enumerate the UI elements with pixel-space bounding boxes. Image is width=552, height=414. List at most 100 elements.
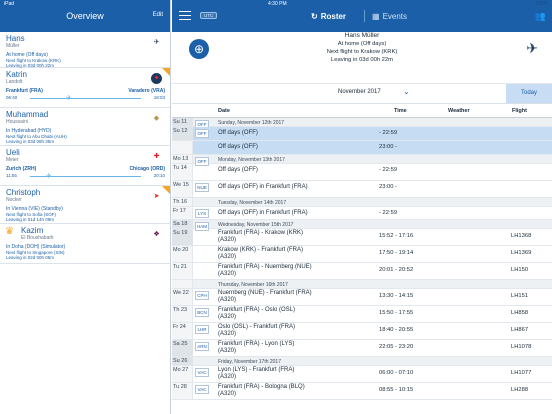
calendar-day[interactable]: Tu 21	[173, 264, 191, 270]
calendar-day[interactable]: Tu 28	[173, 384, 191, 390]
duty-code-badge: ARN	[195, 342, 209, 351]
tab-events[interactable]: ▦ Events	[372, 12, 407, 21]
status-battery: 100%	[535, 1, 548, 7]
qatar-logo-icon: ❖	[153, 231, 160, 238]
calendar-day[interactable]: Sa 25	[173, 341, 191, 347]
profile-summary: ⊕ Hans Müller At home (Off days) Next fl…	[172, 32, 552, 84]
person-first-name: Katrin	[6, 70, 27, 79]
globe-icon[interactable]: ⊕	[189, 39, 209, 59]
plane-icon: ✈	[46, 173, 52, 180]
roster-row[interactable]: Fr 17 LYS Off days (OFF) in Frankfurt (FRA…	[172, 207, 552, 220]
roster-row[interactable]: Su 19 Frankfurt (FRA) - Krakow (KRK) (A320…	[172, 229, 552, 246]
date-header-label: Wednesday, November 15th 2017	[218, 222, 294, 228]
person-last-name: Meier	[6, 157, 19, 163]
date-header-label: Thursday, November 16th 2017	[218, 282, 288, 288]
roster-row[interactable]: We 15 NUE Off days (OFF) in Frankfurt (FRA…	[172, 181, 552, 198]
duty-code-badge: OFF	[195, 129, 209, 138]
calendar-day[interactable]: Su 19	[173, 230, 191, 236]
calendar-day[interactable]: Mo 27	[173, 367, 191, 373]
calendar-day[interactable]: Th 16	[173, 199, 191, 205]
flight-number: LH151	[511, 293, 529, 299]
roster-row[interactable]: We 22 CPH Nuernberg (NUE) - Frankfurt (FRA…	[172, 289, 552, 306]
tab-roster[interactable]: ↻ Roster	[311, 12, 346, 21]
month-selector: November 2017 ⌄ Today	[172, 84, 552, 104]
person-kazim[interactable]: ♛ Kazim El Boushabarti In Doha (DOH) (Si…	[0, 224, 170, 264]
departure-time: 06:40	[6, 95, 18, 100]
calendar-day[interactable]: Mo 13	[173, 156, 191, 162]
person-katrin[interactable]: Katrin Landolt Frankfurt (FRA) Varadero …	[0, 68, 170, 108]
utc-toggle[interactable]: UTC	[200, 12, 218, 19]
tab-roster-label: Roster	[320, 12, 347, 21]
roster-row[interactable]: Fr 24 LHR Oslo (OSL) - Frankfurt (FRA) (A32…	[172, 323, 552, 340]
duty-time: 23:00 -	[379, 184, 398, 190]
duty-description: Off days (OFF) in Frankfurt (FRA)	[218, 210, 308, 216]
calendar-day[interactable]: We 15	[173, 182, 191, 188]
person-muhammad[interactable]: Muhammad Houssaini In Hyderabad (HYD) Ne…	[0, 108, 170, 146]
menu-icon[interactable]	[179, 11, 191, 23]
person-hans[interactable]: Hans Müller At home (Off days) Next flig…	[0, 32, 170, 68]
roster-row[interactable]: Tu 21 Frankfurt (FRA) - Nuernberg (NUE) (A…	[172, 263, 552, 280]
date-header-row: Thursday, November 16th 2017	[172, 280, 552, 289]
chevron-down-icon[interactable]: ⌄	[403, 87, 410, 96]
plane-icon: ✈	[66, 95, 72, 102]
today-button[interactable]: Today	[506, 84, 552, 103]
calendar-gutter	[172, 280, 193, 288]
flight-number: LH867	[511, 327, 529, 333]
calendar-day[interactable]: Fr 17	[173, 208, 191, 214]
people-icon[interactable]: 👥	[535, 11, 546, 22]
date-header-label: Friday, November 17th 2017	[218, 359, 281, 365]
calendar-day[interactable]: Mo 20	[173, 247, 191, 253]
duty-code-badge: BCN	[195, 308, 209, 317]
calendar-day[interactable]: Su 12	[173, 128, 191, 134]
lufthansa-logo-icon: ✈	[526, 40, 538, 56]
calendar-day[interactable]: Sa 18	[173, 221, 191, 227]
duty-description: Frankfurt (FRA) - Lyon (LYS) (A320)	[218, 341, 295, 354]
roster-row[interactable]: Off days (OFF) 23:00 -	[172, 141, 552, 155]
person-leaving: Leaving in 03d 08h 35m	[6, 139, 55, 144]
edit-button[interactable]: Edit	[153, 12, 163, 18]
roster-row[interactable]: Tu 14 Off days (OFF) - 22:59	[172, 164, 552, 181]
duty-description: Frankfurt (FRA) - Oslo (OSL) (A320)	[218, 307, 296, 320]
person-ueli[interactable]: Ueli Meier Zurich (ZRH) Chicago (ORD) 11…	[0, 146, 170, 186]
roster-icon: ↻	[311, 12, 318, 21]
roster-list: Su 11 OFF Sunday, November 12th 2017 Su 12 O…	[172, 118, 552, 400]
departure-time: 11:55	[6, 173, 17, 178]
calendar-icon: ▦	[372, 12, 380, 21]
roster-row[interactable]: Sa 25 ARN Frankfurt (FRA) - Lyon (LYS) (A32…	[172, 340, 552, 357]
roster-row[interactable]: Tu 28 VAC Frankfurt (FRA) - Bologna (BLQ)(…	[172, 383, 552, 400]
person-christoph[interactable]: Christoph Nocker In Vienna (VIE) (Standb…	[0, 186, 170, 224]
roster-panel: UTC ↻ Roster ▦ Events 👥 ⊕ Hans Müller At…	[172, 0, 552, 414]
duty-time: 18:40 - 20:55	[379, 327, 414, 333]
person-first-name: Kazim	[21, 226, 44, 235]
roster-row[interactable]: Mo 27 VAC Lyon (LYS) - Frankfurt (FRA) (A32…	[172, 366, 552, 383]
sidebar: Overview Edit Hans Müller At home (Off d…	[0, 0, 171, 414]
calendar-day[interactable]: Fr 24	[173, 324, 191, 330]
date-header-row: Th 16 Tuesday, November 14th 2017	[172, 198, 552, 207]
flight-number: LH858	[511, 310, 529, 316]
col-flight: Flight	[512, 108, 527, 114]
profile-info: Hans Müller At home (Off days) Next flig…	[272, 32, 452, 64]
month-label[interactable]: November 2017	[338, 89, 381, 95]
duty-time: 13:30 - 14:15	[379, 293, 414, 299]
roster-row[interactable]: Su 12 OFF Off days (OFF) - 22:59	[172, 127, 552, 141]
roster-row[interactable]: Th 23 BCN Frankfurt (FRA) - Oslo (OSL) (A32…	[172, 306, 552, 323]
status-device: iPad	[4, 1, 15, 7]
arrival-time: 18:03	[153, 95, 165, 100]
calendar-day[interactable]: Su 11	[173, 119, 191, 125]
condor-logo-icon: ✦	[151, 73, 162, 84]
calendar-day[interactable]: We 22	[173, 290, 191, 296]
duty-time: 06:00 - 07:10	[379, 370, 414, 376]
person-first-name: Christoph	[6, 188, 41, 197]
duty-description: Frankfurt (FRA) - Krakow (KRK) (A320)	[218, 230, 304, 243]
roster-row[interactable]: Mo 20 Krakow (KRK) - Frankfurt (FRA) (A320…	[172, 246, 552, 263]
crown-icon: ♛	[5, 226, 14, 237]
duty-description: Off days (OFF)	[218, 144, 258, 150]
calendar-day[interactable]: Su 26	[173, 358, 191, 364]
duty-description: Lyon (LYS) - Frankfurt (FRA) (A320)	[218, 367, 295, 380]
person-last-name: Nocker	[6, 197, 22, 203]
lufthansa-logo-icon: ✈	[153, 39, 160, 46]
status-time: 4:30 PM	[268, 1, 287, 7]
calendar-day[interactable]: Th 23	[173, 307, 191, 313]
duty-time: 17:50 - 19:14	[379, 250, 414, 256]
calendar-day[interactable]: Tu 14	[173, 165, 191, 171]
